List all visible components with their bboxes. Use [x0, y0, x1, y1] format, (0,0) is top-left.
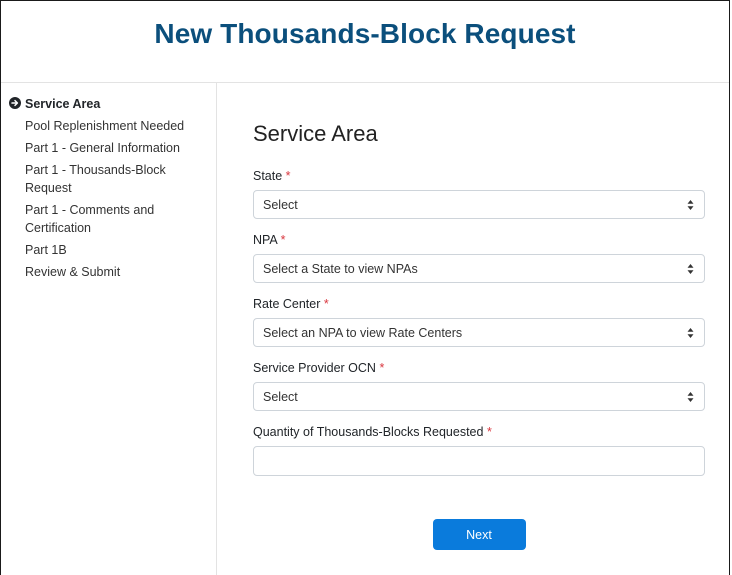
required-marker: * — [323, 297, 329, 311]
section-title: Service Area — [253, 121, 378, 146]
rate-center-select-value: Select an NPA to view Rate Centers — [263, 325, 463, 340]
sidebar-item-label: Part 1B — [25, 243, 67, 257]
state-select[interactable]: Select — [253, 190, 705, 219]
sort-caret-icon — [687, 264, 694, 274]
required-marker: * — [486, 425, 492, 439]
rate-center-label: Rate Center * — [253, 297, 329, 311]
ocn-field: Service Provider OCN * Select — [253, 361, 705, 411]
sidebar-item-label: Service Area — [25, 97, 101, 111]
page-frame: New Thousands-Block Request Service Area… — [0, 0, 730, 575]
sidebar-item-review-submit[interactable]: Review & Submit — [25, 263, 195, 281]
sidebar: Service Area Pool Replenishment Needed P… — [1, 83, 217, 575]
sidebar-item-label: Review & Submit — [25, 265, 121, 279]
sidebar-item-general-information[interactable]: Part 1 - General Information — [25, 139, 195, 157]
sort-caret-icon — [687, 200, 694, 210]
header: New Thousands-Block Request — [1, 1, 729, 83]
rate-center-select[interactable]: Select an NPA to view Rate Centers — [253, 318, 705, 347]
state-field: State * Select — [253, 169, 705, 219]
npa-field: NPA * Select a State to view NPAs — [253, 233, 705, 283]
sidebar-nav: Service Area Pool Replenishment Needed P… — [1, 83, 216, 281]
quantity-field: Quantity of Thousands-Blocks Requested * — [253, 425, 705, 476]
next-button[interactable]: Next — [432, 519, 526, 550]
arrow-circle-right-icon — [9, 97, 21, 109]
sidebar-item-label: Part 1 - General Information — [25, 141, 180, 155]
sort-caret-icon — [687, 328, 694, 338]
sidebar-item-pool-replenishment[interactable]: Pool Replenishment Needed — [25, 117, 195, 135]
form-area: Service Area State * Select NPA * Select… — [253, 83, 705, 550]
npa-label: NPA * — [253, 233, 286, 247]
ocn-select-value: Select — [263, 389, 298, 404]
quantity-label: Quantity of Thousands-Blocks Requested * — [253, 425, 492, 439]
ocn-label: Service Provider OCN * — [253, 361, 385, 375]
form-actions: Next — [253, 519, 705, 550]
sidebar-item-thousands-block-request[interactable]: Part 1 - Thousands-Block Request — [25, 161, 195, 197]
sidebar-item-label: Part 1 - Comments and Certification — [25, 203, 155, 235]
sidebar-item-label: Part 1 - Thousands-Block Request — [25, 163, 166, 195]
page-title: New Thousands-Block Request — [154, 17, 576, 49]
sort-caret-icon — [687, 392, 694, 402]
sidebar-item-comments-certification[interactable]: Part 1 - Comments and Certification — [25, 201, 195, 237]
ocn-select[interactable]: Select — [253, 382, 705, 411]
required-marker: * — [285, 169, 291, 183]
npa-select[interactable]: Select a State to view NPAs — [253, 254, 705, 283]
state-select-value: Select — [263, 197, 298, 212]
rate-center-field: Rate Center * Select an NPA to view Rate… — [253, 297, 705, 347]
required-marker: * — [379, 361, 385, 375]
quantity-input[interactable] — [253, 446, 705, 476]
npa-select-value: Select a State to view NPAs — [263, 261, 418, 276]
state-label: State * — [253, 169, 291, 183]
sidebar-item-part-1b[interactable]: Part 1B — [25, 241, 195, 259]
sidebar-item-label: Pool Replenishment Needed — [25, 119, 185, 133]
sidebar-item-service-area[interactable]: Service Area — [9, 95, 195, 113]
required-marker: * — [280, 233, 286, 247]
